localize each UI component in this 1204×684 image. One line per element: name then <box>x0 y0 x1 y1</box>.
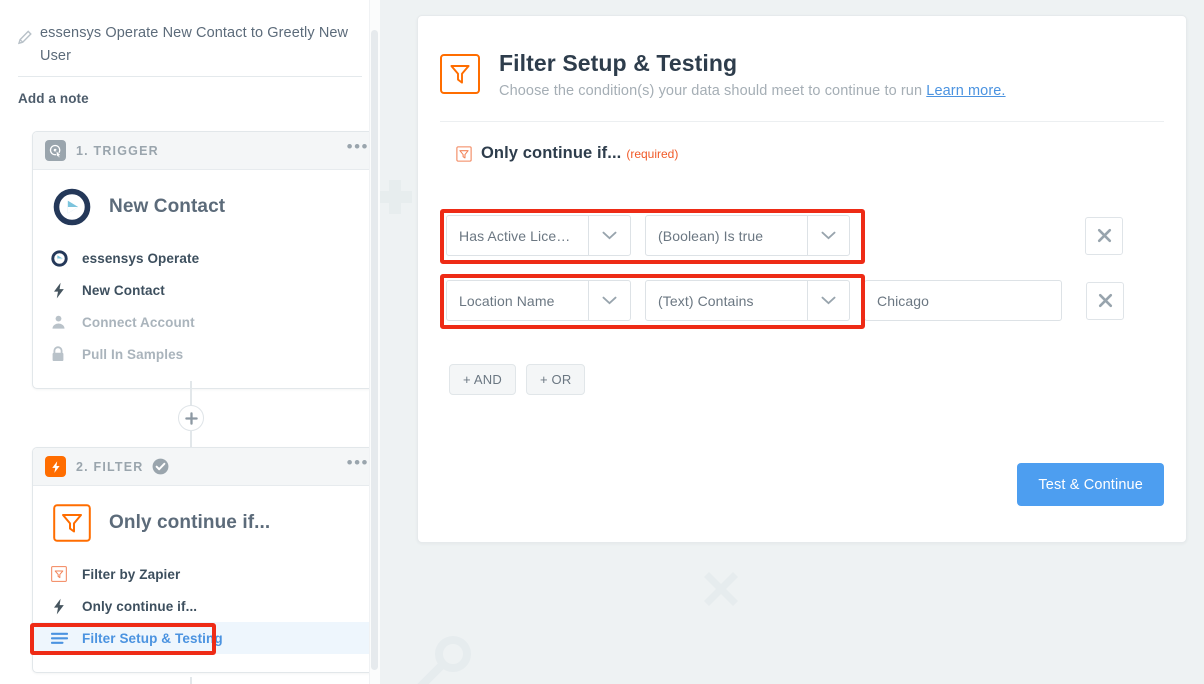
step-connector-line <box>190 381 192 406</box>
add-and-button[interactable]: + AND <box>449 364 516 395</box>
test-and-continue-button[interactable]: Test & Continue <box>1017 463 1164 506</box>
chevron-down-icon[interactable] <box>807 216 849 255</box>
remove-filter-button-2[interactable] <box>1086 281 1124 320</box>
main-panel: Filter Setup & Testing Choose the condit… <box>417 15 1187 543</box>
check-circle-icon <box>152 458 169 475</box>
trigger-app-row: New Contact <box>51 184 363 242</box>
filter-field-value-2: Location Name <box>459 292 555 309</box>
filter-condition-dropdown-2[interactable]: (Text) Contains <box>645 280 850 321</box>
filter-field-dropdown-1[interactable]: Has Active Licence <box>446 215 631 256</box>
sidebar-item-label: Pull In Samples <box>82 346 184 362</box>
zapier-editor: essensys Operate New Contact to Greetly … <box>0 0 1204 684</box>
section-label: Only continue if... <box>481 144 622 162</box>
lightning-icon <box>51 597 73 615</box>
decorative-x-shape <box>704 572 738 606</box>
add-condition-row: + AND + OR <box>449 364 586 395</box>
filter-row: Location Name (Text) Contains Chicago <box>446 280 1124 321</box>
sidebar-item-label: Filter by Zapier <box>82 566 181 582</box>
section-header: Only continue if... (required) <box>418 122 1186 163</box>
filter-app-name: Only continue if... <box>109 512 271 533</box>
step-card-filter[interactable]: 2. FILTER ••• Only continue if... Filter… <box>32 447 380 673</box>
add-or-button[interactable]: + OR <box>525 364 586 395</box>
trigger-card-label: 1. TRIGGER <box>76 143 159 158</box>
essensys-operate-app-icon <box>53 188 91 226</box>
required-tag: (required) <box>626 146 679 161</box>
sidebar-scrollbar-thumb[interactable] <box>371 30 378 670</box>
filter-sub-list: Filter by Zapier Only continue if... Fil… <box>33 558 380 654</box>
panel-header: Filter Setup & Testing Choose the condit… <box>418 16 1186 99</box>
sidebar-item-only-continue-if[interactable]: Only continue if... <box>33 590 380 622</box>
filter-card-body: Only continue if... Filter by Zapier Onl… <box>33 486 380 672</box>
filter-row: Has Active Licence (Boolean) Is true <box>446 215 1123 256</box>
sidebar-item-label: Connect Account <box>82 314 195 330</box>
filter-condition-value-2: (Text) Contains <box>658 292 754 309</box>
trigger-card-menu-icon[interactable]: ••• <box>347 138 369 158</box>
filter-card-header: 2. FILTER ••• <box>33 448 380 486</box>
trigger-card-header: 1. TRIGGER ••• <box>33 132 380 170</box>
remove-filter-button-1[interactable] <box>1085 216 1123 255</box>
chevron-down-icon[interactable] <box>588 281 630 320</box>
zap-title: essensys Operate New Contact to Greetly … <box>40 25 349 64</box>
filter-app-row: Only continue if... <box>51 500 363 558</box>
filter-card-label: 2. FILTER <box>76 459 144 474</box>
list-lines-icon <box>51 629 73 647</box>
filter-condition-dropdown-1[interactable]: (Boolean) Is true <box>645 215 850 256</box>
sidebar: essensys Operate New Contact to Greetly … <box>0 0 380 684</box>
sidebar-item-connect-account[interactable]: Connect Account <box>33 306 380 338</box>
pencil-icon[interactable] <box>16 28 34 51</box>
sidebar-item-label: Only continue if... <box>82 598 198 614</box>
filter-field-value-1: Has Active Licence <box>459 227 580 244</box>
decorative-plus-shape <box>380 180 412 214</box>
lock-icon <box>51 345 73 363</box>
trigger-app-name: New Contact <box>109 196 226 217</box>
learn-more-link[interactable]: Learn more. <box>926 83 1005 99</box>
close-x-icon <box>1098 293 1112 308</box>
essensys-operate-app-icon <box>51 249 73 267</box>
filter-value-input-2[interactable]: Chicago <box>864 280 1062 321</box>
sidebar-item-label: New Contact <box>82 282 165 298</box>
sidebar-item-essensys-operate[interactable]: essensys Operate <box>33 242 380 274</box>
trigger-sub-list: essensys Operate New Contact Connect Acc… <box>51 242 363 370</box>
trigger-target-icon <box>45 140 66 161</box>
add-step-button[interactable] <box>178 405 204 431</box>
chevron-down-icon[interactable] <box>588 216 630 255</box>
zap-title-row[interactable]: essensys Operate New Contact to Greetly … <box>0 0 380 68</box>
filter-funnel-icon <box>51 565 73 583</box>
filter-funnel-icon <box>53 504 91 542</box>
person-icon <box>51 313 73 331</box>
step-connector-line <box>190 430 192 448</box>
page-title: Filter Setup & Testing <box>499 50 738 76</box>
filter-card-menu-icon[interactable]: ••• <box>347 454 369 474</box>
sidebar-item-label: essensys Operate <box>82 250 200 266</box>
page-subtitle: Choose the condition(s) your data should… <box>499 83 1006 99</box>
filter-condition-value-1: (Boolean) Is true <box>658 227 764 244</box>
add-note-button[interactable]: Add a note <box>0 77 380 106</box>
canvas: Filter Setup & Testing Choose the condit… <box>380 0 1204 684</box>
page-subtitle-text: Choose the condition(s) your data should… <box>499 83 923 99</box>
plus-icon <box>184 411 198 425</box>
lightning-icon <box>51 281 73 299</box>
step-connector-line <box>190 677 192 684</box>
sidebar-item-filter-by-zapier[interactable]: Filter by Zapier <box>33 558 380 590</box>
decorative-pin-shape <box>417 636 471 684</box>
step-card-trigger[interactable]: 1. TRIGGER ••• New Contact essensys Oper… <box>32 131 380 389</box>
sidebar-item-pull-in-samples[interactable]: Pull In Samples <box>33 338 380 370</box>
lightning-icon <box>45 456 66 477</box>
trigger-card-body: New Contact essensys Operate New Contact… <box>33 170 380 388</box>
filter-funnel-icon <box>456 145 472 162</box>
chevron-down-icon[interactable] <box>807 281 849 320</box>
close-x-icon <box>1097 228 1111 243</box>
sidebar-item-new-contact[interactable]: New Contact <box>33 274 380 306</box>
filter-funnel-icon <box>440 54 480 94</box>
sidebar-item-filter-setup-testing[interactable]: Filter Setup & Testing <box>33 622 380 654</box>
sidebar-item-label: Filter Setup & Testing <box>82 630 223 646</box>
filter-field-dropdown-2[interactable]: Location Name <box>446 280 631 321</box>
filter-value-text-2: Chicago <box>877 292 930 309</box>
sidebar-scrollbar-track[interactable] <box>369 0 380 684</box>
